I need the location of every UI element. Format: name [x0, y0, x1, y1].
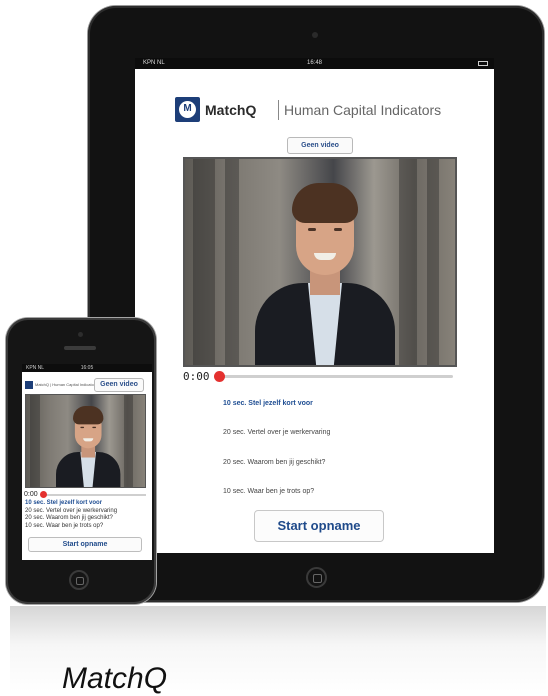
brand-header: M MatchQ Human Capital Indicators [175, 95, 475, 123]
question-item[interactable]: 20 sec. Waarom ben jij geschikt? [25, 515, 113, 521]
ipad-home-button[interactable] [306, 567, 327, 588]
brand-line: MatchQ | Human Capital Indicators [35, 382, 98, 387]
question-item[interactable]: 20 sec. Vertel over je werkervaring [25, 508, 117, 514]
front-camera [78, 332, 83, 337]
clock: 16:48 [306, 60, 322, 66]
video-progress: 0:00 [24, 491, 148, 499]
video-preview [25, 394, 146, 488]
timecode: 0:00 [183, 370, 210, 383]
matchq-logo-icon [25, 381, 33, 389]
brand-name: MatchQ [205, 102, 257, 118]
timecode: 0:00 [24, 491, 38, 498]
matchq-logo-icon: M [175, 97, 200, 122]
iphone-device: KPN NL 16:05 MatchQ | Human Capital Indi… [6, 318, 156, 604]
question-item[interactable]: 10 sec. Stel jezelf kort voor [223, 400, 313, 407]
question-item[interactable]: 20 sec. Waarom ben jij geschikt? [223, 459, 325, 466]
no-video-button[interactable]: Geen video [94, 378, 144, 392]
status-bar: KPN NL 16:05 [22, 364, 152, 372]
presenter-portrait [255, 183, 395, 365]
question-item[interactable]: 10 sec. Waar ben je trots op? [25, 523, 103, 529]
question-item[interactable]: 10 sec. Waar ben je trots op? [223, 488, 314, 495]
clock: 16:05 [80, 365, 94, 371]
battery-icon [478, 61, 488, 66]
front-camera [312, 32, 318, 38]
progress-track[interactable] [42, 494, 146, 496]
question-item[interactable]: 10 sec. Stel jezelf kort voor [25, 500, 102, 506]
no-video-button[interactable]: Geen video [287, 137, 353, 154]
status-bar: KPN NL 16:48 [135, 58, 494, 69]
progress-knob[interactable] [40, 491, 47, 498]
caption-title: MatchQ [62, 662, 168, 695]
iphone-screen: KPN NL 16:05 MatchQ | Human Capital Indi… [22, 364, 152, 560]
start-recording-button[interactable]: Start opname [254, 510, 384, 542]
presenter-portrait [56, 406, 121, 487]
ipad-screen: KPN NL 16:48 M MatchQ Human Capital Indi… [135, 58, 494, 553]
video-preview [183, 157, 457, 367]
iphone-home-button[interactable] [69, 570, 89, 590]
question-item[interactable]: 20 sec. Vertel over je werkervaring [223, 429, 330, 436]
start-recording-button[interactable]: Start opname [28, 537, 142, 552]
earpiece-speaker [64, 346, 96, 350]
video-progress: 0:00 [183, 370, 457, 384]
progress-track[interactable] [217, 375, 453, 378]
ipad-device: KPN NL 16:48 M MatchQ Human Capital Indi… [88, 6, 544, 602]
brand-divider [278, 100, 279, 120]
progress-knob[interactable] [214, 371, 225, 382]
brand-tagline: Human Capital Indicators [284, 102, 442, 118]
